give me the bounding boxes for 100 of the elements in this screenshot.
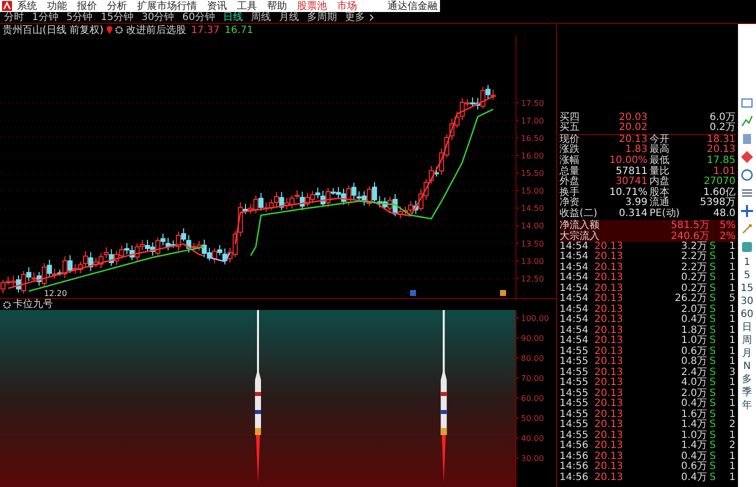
period-tab[interactable]: 5分钟 [62, 12, 97, 23]
axis-label: 17.00 [521, 116, 544, 126]
period-tab[interactable]: 多周期 [302, 12, 341, 23]
trade-volume: 1.8万 [680, 326, 708, 336]
period-shortcut[interactable]: 15 [738, 282, 756, 295]
circle-icon[interactable] [740, 168, 754, 182]
trade-price: 20.13 [593, 410, 624, 420]
plus-icon[interactable] [740, 204, 754, 218]
menu-item[interactable]: 功能 [42, 0, 72, 12]
square-icon[interactable] [740, 240, 754, 254]
period-tab[interactable]: 月线 [274, 12, 303, 23]
trade-volume: 1.0万 [680, 336, 708, 346]
period-shortcut[interactable]: 年 [738, 399, 756, 412]
trade-price: 20.13 [593, 273, 624, 284]
menu-item[interactable]: 报价 [72, 0, 102, 12]
quote-label: 涨幅 [560, 156, 580, 166]
window-icon[interactable] [740, 96, 754, 110]
trade-side: S [710, 410, 717, 420]
period-shortcut[interactable]: 30 [738, 295, 756, 308]
quote-label: 最低 [650, 156, 670, 166]
trade-count: 1 [728, 242, 736, 252]
trade-count: 1 [728, 357, 736, 368]
indicator-value: 17.37 [190, 24, 220, 36]
menu-item[interactable]: 资讯 [202, 0, 232, 12]
menu-item[interactable]: 股票池 [292, 0, 332, 12]
period-shortcut[interactable]: N [738, 360, 756, 373]
axis-label: 16.00 [521, 151, 544, 160]
quote-label: PE(动) [650, 208, 681, 220]
trade-price: 20.13 [593, 252, 624, 262]
period-tab[interactable]: 15分钟 [96, 12, 138, 23]
period-tab[interactable]: 周线 [246, 12, 275, 23]
quote-value: 20.13 [618, 134, 648, 145]
trade-volume: 0.4万 [680, 452, 708, 462]
trade-count: 1 [728, 304, 736, 314]
trade-price: 20.13 [593, 294, 624, 304]
period-tab[interactable]: 更多 [340, 12, 369, 23]
trade-price: 20.13 [593, 336, 624, 346]
period-tab[interactable]: 1分钟 [28, 12, 62, 23]
menu-item[interactable]: 扩展市场行情 [132, 0, 202, 12]
period-shortcut[interactable]: 周 [738, 334, 756, 347]
quote-label: 外盘 [560, 177, 580, 188]
axis-label: 40.00 [521, 434, 544, 443]
quote-value: 27070 [702, 177, 736, 188]
trade-volume: 3.2万 [680, 242, 708, 252]
trade-price: 20.13 [593, 452, 624, 462]
indicator-name: 改进前后选股 [126, 24, 186, 36]
period-shortcut[interactable]: 1 [738, 256, 756, 269]
quote-value: 10.00% [608, 156, 648, 166]
axis-label: 15.50 [521, 169, 544, 178]
period-shortcut[interactable]: 5 [738, 269, 756, 282]
diamond-icon[interactable] [740, 150, 754, 164]
quote-value: 1.60亿 [703, 188, 736, 198]
period-tab[interactable]: 30分钟 [137, 12, 178, 23]
period-tab[interactable]: 60分钟 [178, 12, 219, 23]
trade-count: 1 [728, 410, 736, 420]
trade-count: 1 [728, 462, 736, 472]
trade-time: 14:55 [560, 378, 590, 388]
quote-label: 现价 [560, 134, 580, 145]
menu-item[interactable]: 市场 [332, 0, 362, 12]
axis-label: 13.50 [521, 239, 544, 248]
axis-label: 70.00 [521, 374, 544, 383]
period-shortcut[interactable]: 月 [738, 347, 756, 360]
trade-count: 1 [728, 472, 736, 483]
flow-value: 240.6万 [670, 230, 710, 242]
menu-item[interactable]: 帮助 [262, 0, 292, 12]
line-chart-icon[interactable] [740, 114, 754, 128]
period-shortcut[interactable]: 60 [738, 308, 756, 321]
period-tab[interactable]: 分时 [0, 12, 28, 23]
quote-value: 1.01 [713, 166, 736, 177]
quote-label: 总量 [560, 166, 580, 177]
trade-side: S [710, 315, 717, 326]
trade-side: S [710, 357, 717, 368]
trade-count: 2 [728, 420, 736, 430]
trade-count: 1 [728, 284, 736, 294]
trade-volume: 0.6万 [680, 346, 708, 356]
menu-item[interactable]: 工具 [232, 0, 262, 12]
arrow-icon[interactable] [740, 222, 754, 236]
trade-count: 1 [728, 273, 736, 284]
quote-value: 0.2万 [708, 123, 736, 134]
trade-time: 14:55 [560, 388, 590, 398]
axis-label: 14.00 [521, 222, 544, 231]
document-icon[interactable] [740, 132, 754, 146]
flow-value: 581.5万 [670, 220, 710, 230]
trade-time: 14:54 [560, 294, 590, 304]
trade-volume: 1.4万 [680, 420, 708, 430]
trade-side: S [710, 462, 717, 472]
period-shortcut[interactable]: 多 [738, 373, 756, 386]
flow-share: 2% [718, 230, 736, 242]
quote-label: 买四 [560, 112, 580, 123]
menu-item[interactable]: 系统 [12, 0, 42, 12]
menu-item[interactable]: 分析 [102, 0, 132, 12]
trade-time: 14:55 [560, 430, 590, 440]
trade-volume: 4.0万 [680, 378, 708, 388]
period-shortcut[interactable]: 日 [738, 321, 756, 334]
period-shortcut[interactable]: 季 [738, 386, 756, 399]
trade-volume: 1.0万 [680, 430, 708, 440]
axis-label: 30.00 [521, 454, 544, 463]
trade-volume: 0.6万 [680, 462, 708, 472]
period-tab[interactable]: 日线 [218, 12, 247, 23]
trade-count: 1 [728, 315, 736, 326]
